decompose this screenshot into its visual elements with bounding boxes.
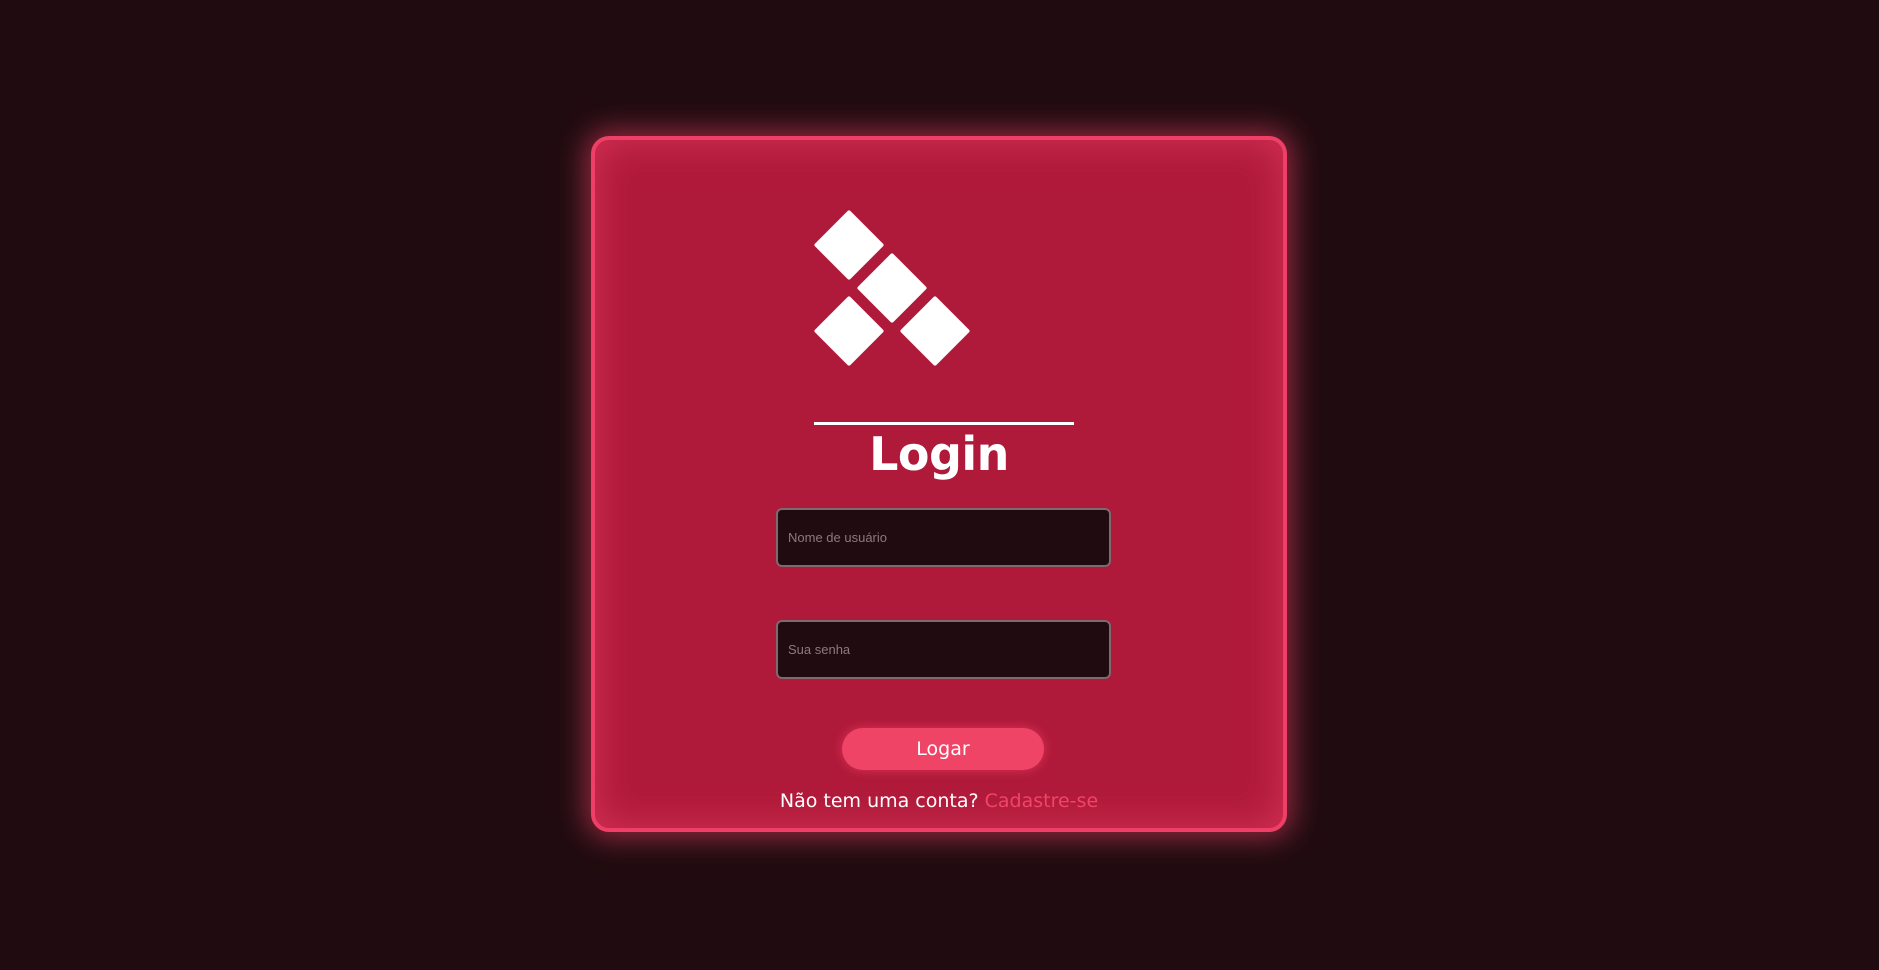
password-input[interactable] — [776, 620, 1111, 679]
signup-link[interactable]: Cadastre-se — [985, 790, 1099, 812]
login-card: Login Logar Não tem uma conta? Cadastre-… — [591, 136, 1287, 832]
logo-diamond-bottom-left — [813, 295, 885, 367]
logo-diamond-bottom-right — [899, 295, 971, 367]
title-divider — [814, 422, 1074, 425]
logo — [595, 140, 1291, 380]
signup-prompt: Não tem uma conta? Cadastre-se — [595, 790, 1283, 812]
page-title: Login — [869, 427, 1009, 481]
signup-prompt-text: Não tem uma conta? — [779, 790, 979, 812]
login-button[interactable]: Logar — [842, 728, 1044, 770]
username-input[interactable] — [776, 508, 1111, 567]
